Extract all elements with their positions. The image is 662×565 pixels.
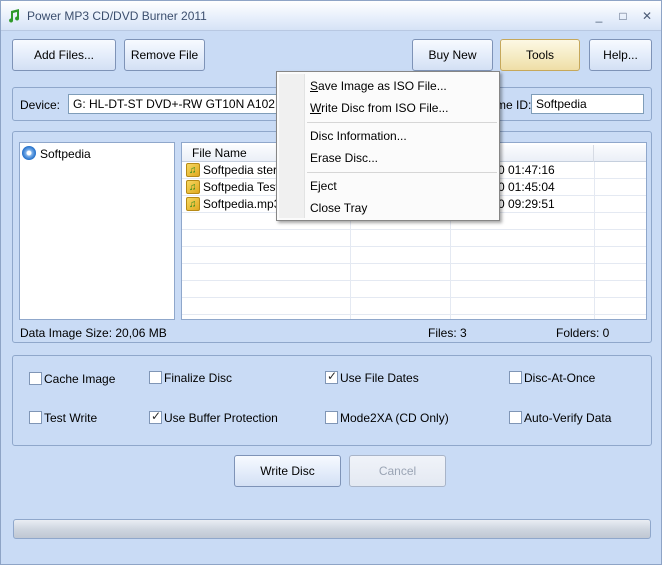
write-disc-button[interactable]: Write Disc [234, 455, 341, 487]
add-files-button[interactable]: Add Files... [12, 39, 116, 71]
tree-item-root[interactable]: Softpedia [22, 146, 91, 162]
use-file-dates-label[interactable]: Use File Dates [340, 371, 419, 385]
remove-file-button[interactable]: Remove File [124, 39, 205, 71]
device-select[interactable]: G: HL-DT-ST DVD+-RW GT10N A102 [68, 94, 280, 114]
audio-file-icon [186, 162, 200, 179]
table-row [182, 247, 646, 264]
device-label: Device: [20, 98, 61, 112]
buy-new-button[interactable]: Buy New [412, 39, 493, 71]
menu-separator [307, 172, 497, 173]
cache-image-checkbox[interactable] [29, 372, 42, 385]
cache-image-label[interactable]: Cache Image [44, 372, 115, 386]
disc-at-once-checkbox[interactable] [509, 371, 522, 384]
tools-menu: Save Image as ISO File... Write Disc fro… [276, 71, 500, 221]
tools-button[interactable]: Tools [500, 39, 580, 71]
maximize-button[interactable]: □ [613, 7, 633, 25]
files-count-status: Files: 3 [428, 326, 467, 340]
menu-item-erase-disc[interactable]: Erase Disc... [310, 148, 378, 168]
file-time-cell: 0 01:45:04 [498, 180, 555, 194]
test-write-label[interactable]: Test Write [44, 411, 97, 425]
file-time-cell: 0 09:29:51 [498, 197, 555, 211]
table-row [182, 281, 646, 298]
cancel-button[interactable]: Cancel [349, 455, 446, 487]
finalize-disc-checkbox[interactable] [149, 371, 162, 384]
table-row [182, 298, 646, 315]
menu-item-disc-information[interactable]: Disc Information... [310, 126, 407, 146]
table-row [182, 230, 646, 247]
auto-verify-checkbox[interactable] [509, 411, 522, 424]
volume-id-label: me ID: [496, 98, 532, 112]
test-write-checkbox[interactable] [29, 411, 42, 424]
disc-icon [22, 146, 36, 160]
auto-verify-label[interactable]: Auto-Verify Data [524, 411, 611, 425]
music-note-icon [9, 9, 20, 23]
use-file-dates-checkbox[interactable] [325, 369, 338, 384]
disc-at-once-label[interactable]: Disc-At-Once [524, 371, 595, 385]
finalize-disc-label[interactable]: Finalize Disc [164, 371, 232, 385]
folder-tree[interactable]: Softpedia [19, 142, 175, 320]
menu-item-write-iso[interactable]: Write Disc from ISO File... [310, 98, 448, 118]
buffer-protection-label[interactable]: Use Buffer Protection [164, 411, 278, 425]
mode2xa-label[interactable]: Mode2XA (CD Only) [340, 411, 449, 425]
menu-item-save-iso[interactable]: Save Image as ISO File... [310, 76, 447, 96]
audio-file-icon [186, 196, 200, 213]
menu-item-close-tray[interactable]: Close Tray [310, 198, 367, 218]
table-row [182, 264, 646, 281]
tree-root-label: Softpedia [40, 147, 91, 161]
close-button[interactable]: ✕ [637, 7, 657, 25]
file-time-cell: 0 01:47:16 [498, 163, 555, 177]
title-bar[interactable]: Power MP3 CD/DVD Burner 2011 _ □ ✕ [1, 1, 661, 31]
mode2xa-checkbox[interactable] [325, 411, 338, 424]
menu-gutter [279, 74, 305, 218]
menu-item-eject[interactable]: Eject [310, 176, 337, 196]
progress-bar [13, 519, 651, 539]
minimize-button[interactable]: _ [589, 7, 609, 25]
audio-file-icon [186, 179, 200, 196]
help-button[interactable]: Help... [589, 39, 652, 71]
window-title: Power MP3 CD/DVD Burner 2011 [27, 9, 207, 23]
folders-count-status: Folders: 0 [556, 326, 610, 340]
buffer-protection-checkbox[interactable] [149, 409, 162, 424]
data-size-status: Data Image Size: 20,06 MB [20, 326, 167, 340]
volume-id-input[interactable]: Softpedia [531, 94, 644, 114]
menu-separator [307, 122, 497, 123]
main-window: Power MP3 CD/DVD Burner 2011 _ □ ✕ Add F… [0, 0, 662, 565]
